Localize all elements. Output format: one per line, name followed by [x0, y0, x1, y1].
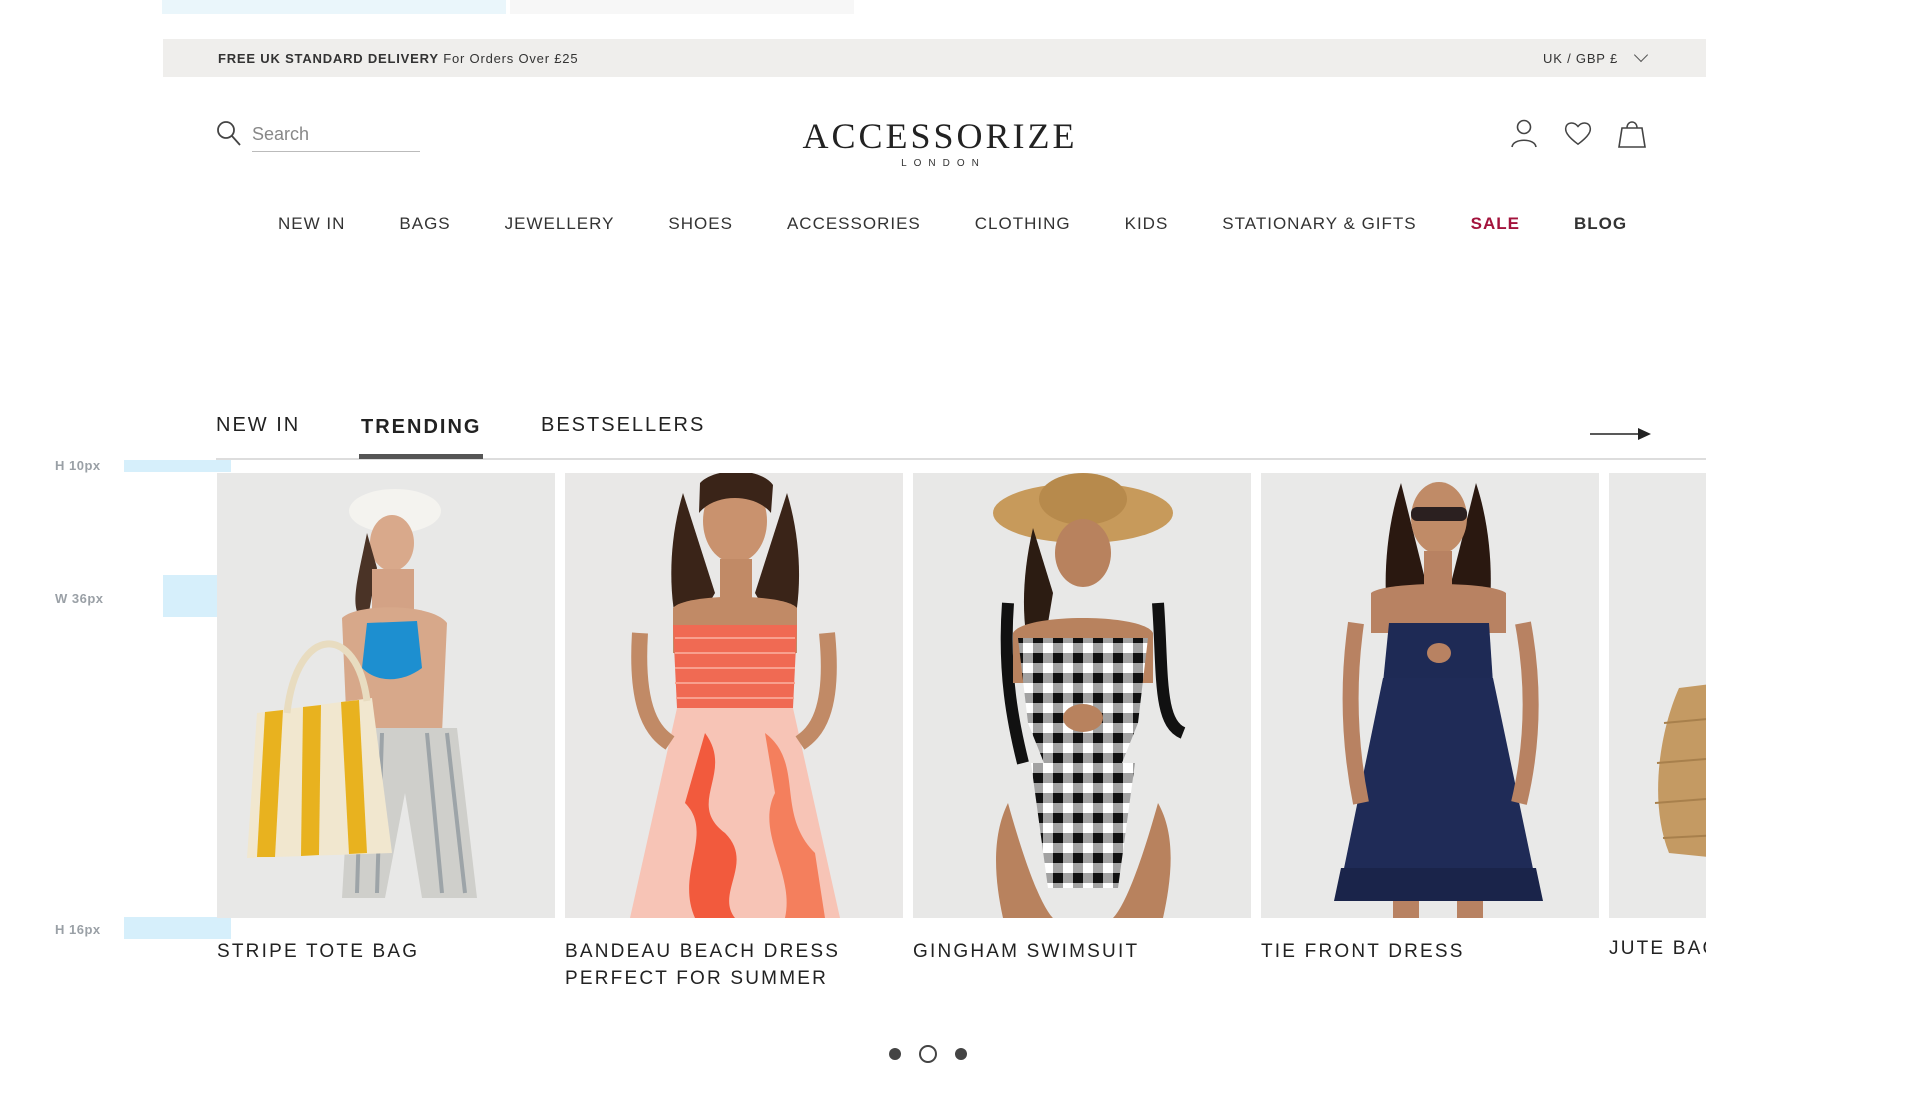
region-selector[interactable]: UK / GBP £: [1543, 47, 1649, 66]
nav-accessories[interactable]: ACCESSORIES: [787, 214, 921, 234]
pagination-dot-3[interactable]: [955, 1048, 967, 1060]
promo-message: FREE UK STANDARD DELIVERY For Orders Ove…: [218, 51, 578, 66]
promo-text: For Orders Over £25: [443, 50, 579, 66]
header-icons: [1510, 118, 1646, 148]
pagination-dot-2-active[interactable]: [919, 1045, 937, 1063]
tab-new-in[interactable]: NEW IN: [216, 414, 300, 437]
spec-label-h16: H 16px: [55, 922, 101, 937]
product-title[interactable]: TIE FRONT DRESS: [1261, 938, 1599, 965]
brand-logo[interactable]: ACCESSORIZE LONDON: [800, 118, 1080, 169]
product-carousel: STRIPE TOTE BAG BANDEAU BEACH DRESS PERF…: [217, 473, 1706, 993]
tab-bestsellers[interactable]: BESTSELLERS: [541, 414, 705, 437]
nav-clothing[interactable]: CLOTHING: [975, 214, 1071, 234]
product-title[interactable]: STRIPE TOTE BAG: [217, 938, 555, 965]
logo-subtitle: LONDON: [901, 158, 986, 169]
product-card[interactable]: JUTE BAG: [1609, 473, 1706, 962]
spec-marker-h10: [124, 460, 231, 472]
product-image-bandeau-beach-dress[interactable]: [565, 473, 903, 918]
product-title[interactable]: JUTE BAG: [1609, 935, 1706, 962]
top-strip-left: [162, 0, 506, 14]
spec-label-h10: H 10px: [55, 458, 101, 473]
product-title[interactable]: BANDEAU BEACH DRESS PERFECT FOR SUMMER: [565, 938, 903, 992]
product-image-jute-bag[interactable]: [1609, 473, 1706, 918]
shopping-bag-icon[interactable]: [1618, 118, 1646, 148]
arrow-right-icon[interactable]: [1590, 426, 1652, 442]
main-nav: NEW IN BAGS JEWELLERY SHOES ACCESSORIES …: [278, 214, 1627, 234]
nav-jewellery[interactable]: JEWELLERY: [505, 214, 615, 234]
tab-trending[interactable]: TRENDING: [361, 416, 481, 439]
region-label: UK / GBP £: [1543, 50, 1618, 66]
top-strip-right: [510, 0, 854, 14]
product-image-gingham-swimsuit[interactable]: [913, 473, 1251, 918]
search-input[interactable]: Search: [252, 122, 420, 152]
product-card[interactable]: STRIPE TOTE BAG: [217, 473, 555, 965]
nav-sale[interactable]: SALE: [1471, 214, 1520, 234]
wishlist-heart-icon[interactable]: [1564, 118, 1592, 148]
promo-bar: FREE UK STANDARD DELIVERY For Orders Ove…: [163, 39, 1706, 77]
spec-marker-h16: [124, 917, 231, 939]
nav-kids[interactable]: KIDS: [1125, 214, 1169, 234]
nav-blog[interactable]: BLOG: [1574, 214, 1627, 234]
nav-new-in[interactable]: NEW IN: [278, 214, 345, 234]
promo-bold: FREE UK STANDARD DELIVERY: [218, 50, 439, 66]
spec-label-w36: W 36px: [55, 591, 104, 606]
nav-bags[interactable]: BAGS: [399, 214, 450, 234]
product-image-stripe-tote-bag[interactable]: [217, 473, 555, 918]
product-title[interactable]: GINGHAM SWIMSUIT: [913, 938, 1251, 965]
product-card[interactable]: GINGHAM SWIMSUIT: [913, 473, 1251, 965]
active-tab-indicator: [359, 454, 483, 459]
chevron-down-icon: [1633, 47, 1649, 63]
product-image-tie-front-dress[interactable]: [1261, 473, 1599, 918]
search-icon[interactable]: [216, 120, 242, 153]
product-card[interactable]: TIE FRONT DRESS: [1261, 473, 1599, 965]
logo-wordmark: ACCESSORIZE: [802, 116, 1078, 156]
nav-shoes[interactable]: SHOES: [668, 214, 733, 234]
product-card[interactable]: BANDEAU BEACH DRESS PERFECT FOR SUMMER: [565, 473, 903, 992]
product-tabs: NEW IN TRENDING BESTSELLERS: [216, 410, 1706, 460]
pagination-dot-1[interactable]: [889, 1048, 901, 1060]
search-bar[interactable]: Search: [216, 120, 420, 153]
nav-stationary-gifts[interactable]: STATIONARY & GIFTS: [1222, 214, 1416, 234]
account-icon[interactable]: [1510, 118, 1538, 148]
carousel-pagination: [889, 1045, 967, 1063]
spec-marker-w36: [163, 575, 217, 617]
